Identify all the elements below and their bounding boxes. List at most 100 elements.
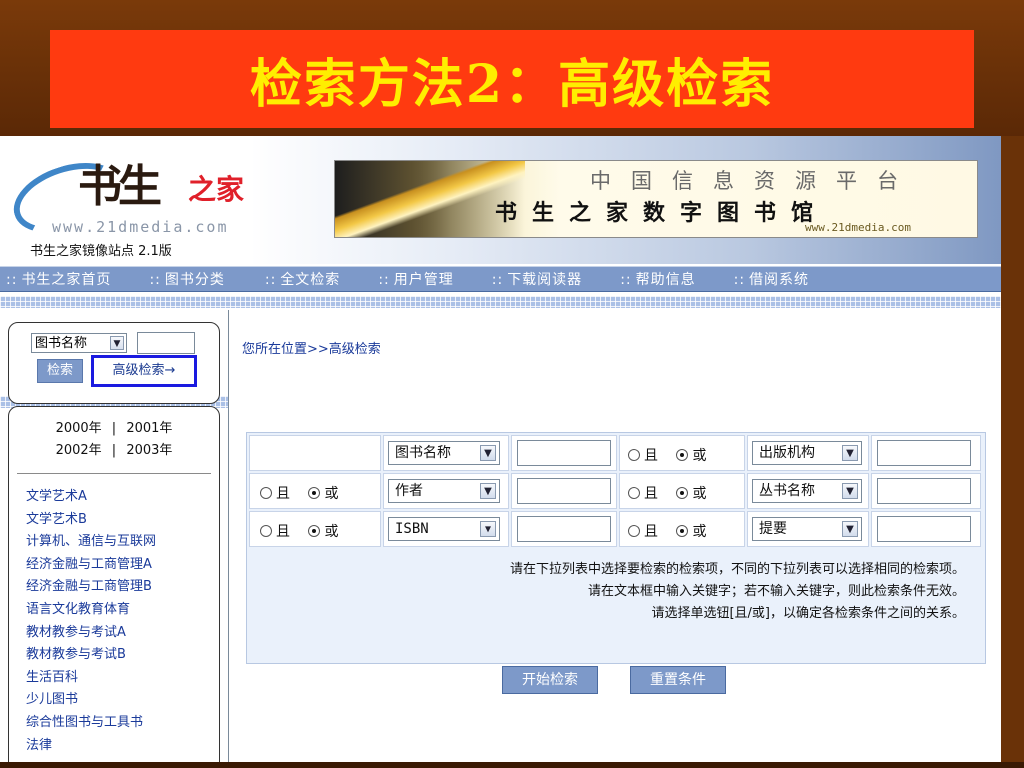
logo-url: www.21dmedia.com (52, 218, 229, 236)
keyword-input-3[interactable] (517, 478, 611, 504)
form-cell: 图书名称 ▼ (383, 435, 509, 471)
keyword-input-2[interactable] (877, 440, 971, 466)
content-area: 图书名称 ▼ 检索 高级检索→ 2000年 | 2001年 2002年 | 20… (0, 292, 1001, 762)
and-or-radio-group: 且 或 (628, 521, 706, 541)
category-link[interactable]: 综合性图书与工具书 (26, 712, 156, 735)
keyword-input-4[interactable] (877, 478, 971, 504)
category-link[interactable]: 教材教参与考试B (26, 644, 156, 667)
category-link[interactable]: 计算机、通信与互联网 (26, 531, 156, 554)
logo-suffix: 之家 (188, 173, 245, 206)
form-cell: 提要 ▼ (747, 511, 869, 547)
category-link[interactable]: 少儿图书 (26, 689, 156, 712)
radio-or[interactable] (676, 449, 689, 461)
category-link[interactable]: 教材教参与考试A (26, 622, 156, 645)
form-cell: 丛书名称 ▼ (747, 473, 869, 509)
keyword-input-1[interactable] (517, 440, 611, 466)
form-cell: ISBN ▼ (383, 511, 509, 547)
year-row: 2002年 | 2003年 (55, 443, 173, 458)
nav-item-categories[interactable]: :: 图书分类 (149, 269, 224, 289)
form-cell (511, 435, 617, 471)
radio-and[interactable] (628, 449, 640, 461)
chevron-down-icon: ▼ (842, 483, 858, 499)
slide-edge (0, 762, 1024, 768)
and-or-radio-group: 且 或 (628, 445, 706, 465)
form-cell (511, 511, 617, 547)
category-link[interactable]: 文学艺术B (26, 509, 156, 532)
divider (17, 473, 211, 474)
chevron-down-icon: ▼ (480, 445, 496, 461)
quick-search-box: 图书名称 ▼ 检索 高级检索→ (8, 322, 220, 404)
radio-or[interactable] (308, 525, 321, 537)
radio-or[interactable] (676, 525, 689, 537)
main-nav: :: 书生之家首页 :: 图书分类 :: 全文检索 :: 用户管理 :: 下载阅读器 ::… (0, 266, 1001, 292)
category-link[interactable]: 经济金融与工商管理A (26, 554, 156, 577)
year-link-2002[interactable]: 2002年 (56, 443, 102, 458)
nav-item-borrow[interactable]: :: 借阅系统 (734, 269, 809, 289)
radio-or[interactable] (676, 487, 689, 499)
start-search-button[interactable]: 开始检索 (502, 666, 598, 694)
banner-url: www.21dmedia.com (805, 221, 911, 234)
category-link[interactable]: 生活百科 (26, 667, 156, 690)
year-link-2000[interactable]: 2000年 (56, 421, 102, 436)
screenshot-area: 书生 之家 www.21dmedia.com 书生之家镜像站点 2.1版 中国信… (0, 136, 1001, 762)
breadcrumb[interactable]: 您所在位置>>高级检索 (242, 338, 381, 357)
form-cell: 且 或 (619, 435, 745, 471)
form-cell (871, 473, 981, 509)
field-select-4[interactable]: 丛书名称 ▼ (752, 479, 862, 503)
sidebar: 图书名称 ▼ 检索 高级检索→ 2000年 | 2001年 2002年 | 20… (4, 322, 228, 762)
banner-subtitle: 中国信息资源平台 (590, 169, 918, 193)
slide-title-bar: 检索方法2：高级检索 (50, 30, 974, 128)
decorative-grid-strip (0, 296, 1001, 308)
radio-or[interactable] (308, 487, 321, 499)
advanced-search-link[interactable]: 高级检索→ (91, 355, 197, 387)
field-select-6[interactable]: 提要 ▼ (752, 517, 862, 541)
form-cell: 且 或 (249, 511, 381, 547)
instruction-line: 请在文本框中输入关键字；若不输入关键字，则此检索条件无效。 (587, 584, 965, 599)
category-link[interactable]: 经济金融与工商管理B (26, 576, 156, 599)
instruction-line: 请选择单选钮[且/或]，以确定各检索条件之间的关系。 (651, 606, 965, 621)
quick-search-input[interactable] (137, 332, 195, 354)
quick-search-field-select[interactable]: 图书名称 ▼ (31, 333, 127, 353)
search-instructions: 请在下拉列表中选择要检索的检索项，不同的下拉列表可以选择相同的检索项。 请在文本… (510, 559, 965, 625)
reset-button[interactable]: 重置条件 (630, 666, 726, 694)
keyword-input-5[interactable] (517, 516, 611, 542)
field-select-2[interactable]: 出版机构 ▼ (752, 441, 862, 465)
field-select-5[interactable]: ISBN ▼ (388, 517, 500, 541)
logo-calligraphy: 书生 (78, 161, 162, 212)
category-link[interactable]: 法律 (26, 735, 156, 758)
slide-edge (1001, 136, 1024, 762)
nav-item-user[interactable]: :: 用户管理 (378, 269, 453, 289)
field-select-1[interactable]: 图书名称 ▼ (388, 441, 500, 465)
radio-and[interactable] (628, 525, 640, 537)
form-cell (871, 511, 981, 547)
year-row: 2000年 | 2001年 (55, 421, 173, 436)
year-link-2001[interactable]: 2001年 (126, 421, 172, 436)
chevron-down-icon: ▼ (480, 521, 496, 537)
form-cell: 作者 ▼ (383, 473, 509, 509)
nav-item-home[interactable]: :: 书生之家首页 (6, 269, 111, 289)
banner-title: 书生之家数字图书馆 (495, 200, 829, 226)
nav-item-fulltext[interactable]: :: 全文检索 (265, 269, 340, 289)
radio-and[interactable] (260, 487, 272, 499)
radio-and[interactable] (260, 525, 272, 537)
advanced-search-pane: 您所在位置>>高级检索 图书名称 ▼ 且 或 出版机构 ▼ 且 或 作者 ▼ 且… (230, 310, 1001, 762)
category-link[interactable]: 文学艺术A (26, 486, 156, 509)
and-or-radio-group: 且 或 (628, 483, 706, 503)
category-list: 文学艺术A 文学艺术B 计算机、通信与互联网 经济金融与工商管理A 经济金融与工… (26, 486, 156, 757)
site-header: 书生 之家 www.21dmedia.com 书生之家镜像站点 2.1版 中国信… (0, 136, 1001, 264)
advanced-search-form: 图书名称 ▼ 且 或 出版机构 ▼ 且 或 作者 ▼ 且 或 丛书名称 ▼ 且 … (246, 432, 986, 664)
quick-search-button[interactable]: 检索 (37, 359, 83, 383)
keyword-input-6[interactable] (877, 516, 971, 542)
nav-item-download[interactable]: :: 下载阅读器 (492, 269, 582, 289)
mirror-version-label: 书生之家镜像站点 2.1版 (30, 244, 172, 259)
radio-and[interactable] (628, 487, 640, 499)
chevron-down-icon: ▼ (110, 336, 124, 350)
year-link-2003[interactable]: 2003年 (126, 443, 172, 458)
field-select-3[interactable]: 作者 ▼ (388, 479, 500, 503)
form-cell (249, 435, 381, 471)
chevron-down-icon: ▼ (842, 521, 858, 537)
chevron-down-icon: ▼ (480, 483, 496, 499)
form-cell: 出版机构 ▼ (747, 435, 869, 471)
category-link[interactable]: 语言文化教育体育 (26, 599, 156, 622)
nav-item-help[interactable]: :: 帮助信息 (620, 269, 695, 289)
